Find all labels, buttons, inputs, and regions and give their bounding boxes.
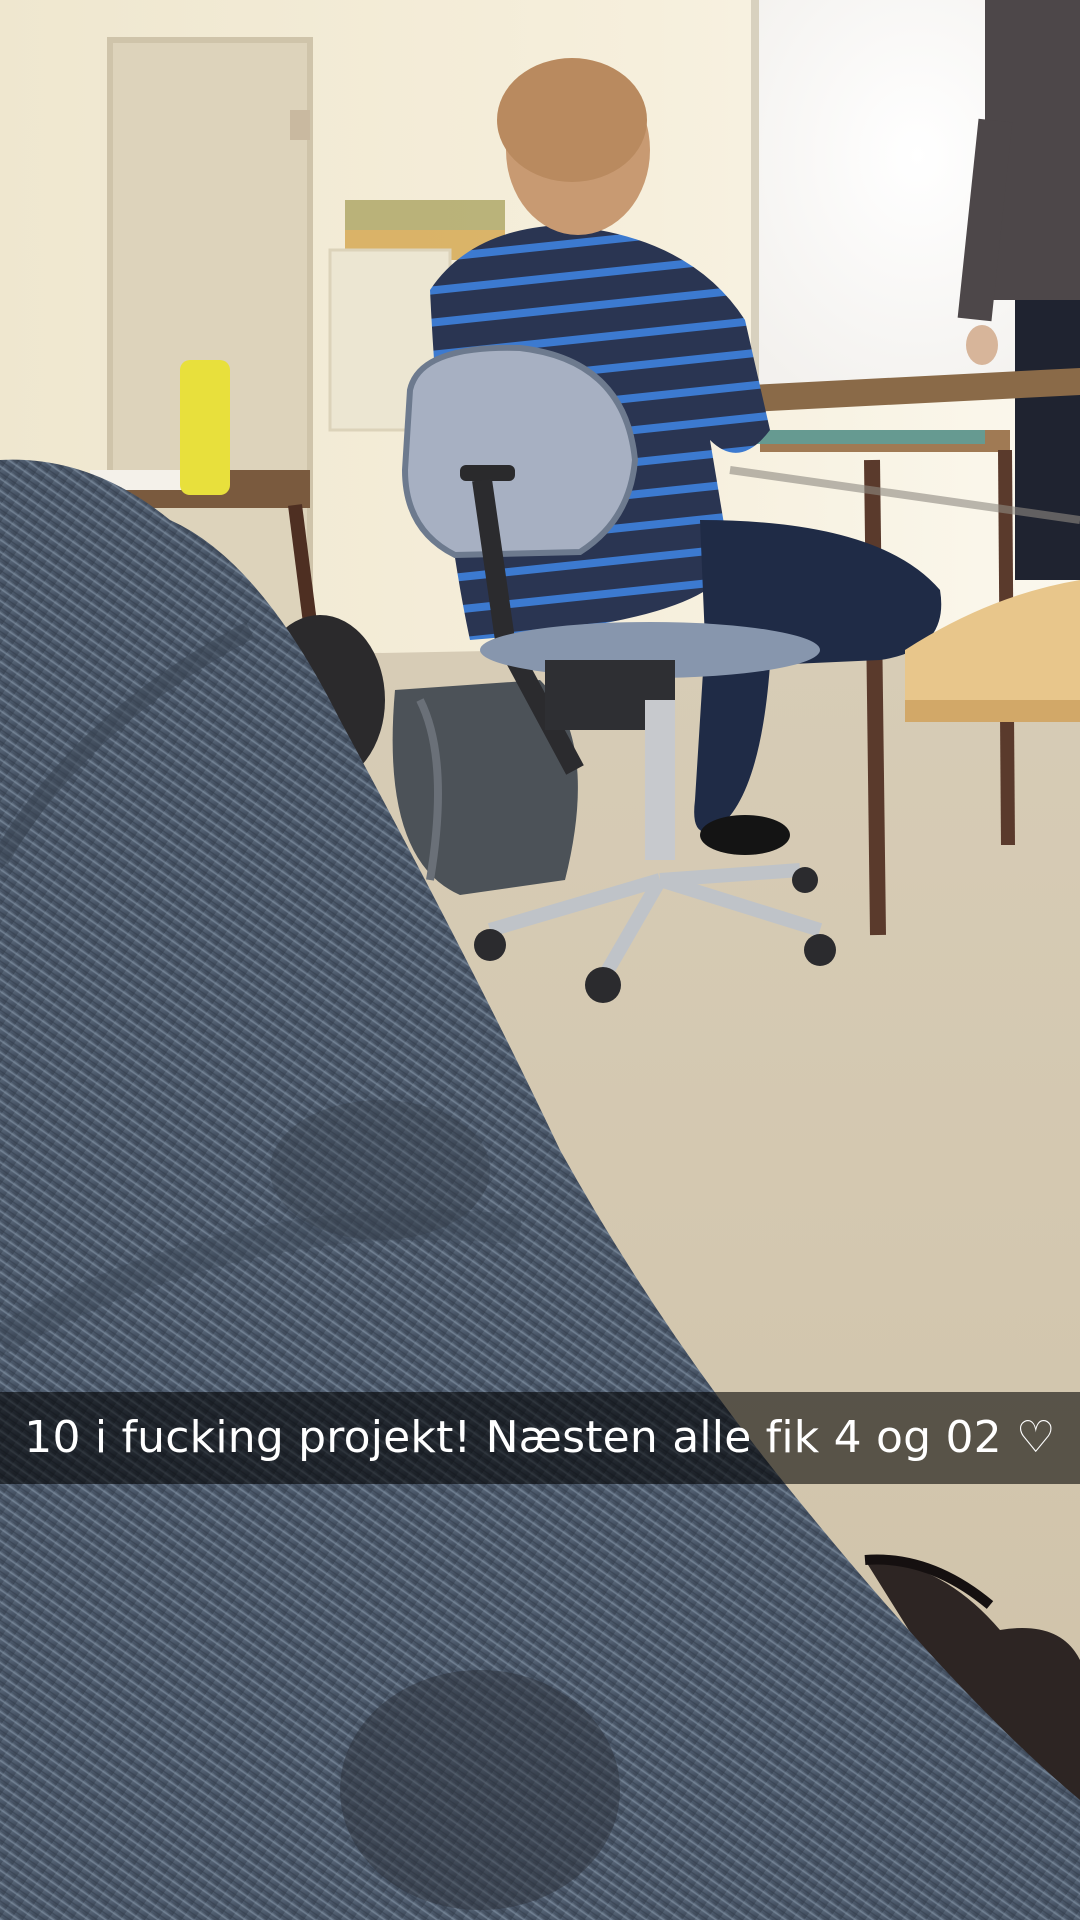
snap-caption-text: 10 i fucking projekt! Næsten alle fik 4 … xyxy=(24,1412,1056,1463)
snap-photo xyxy=(0,0,1080,1920)
snap-viewer[interactable]: 10 i fucking projekt! Næsten alle fik 4 … xyxy=(0,0,1080,1920)
snap-caption-bar: 10 i fucking projekt! Næsten alle fik 4 … xyxy=(0,1392,1080,1484)
